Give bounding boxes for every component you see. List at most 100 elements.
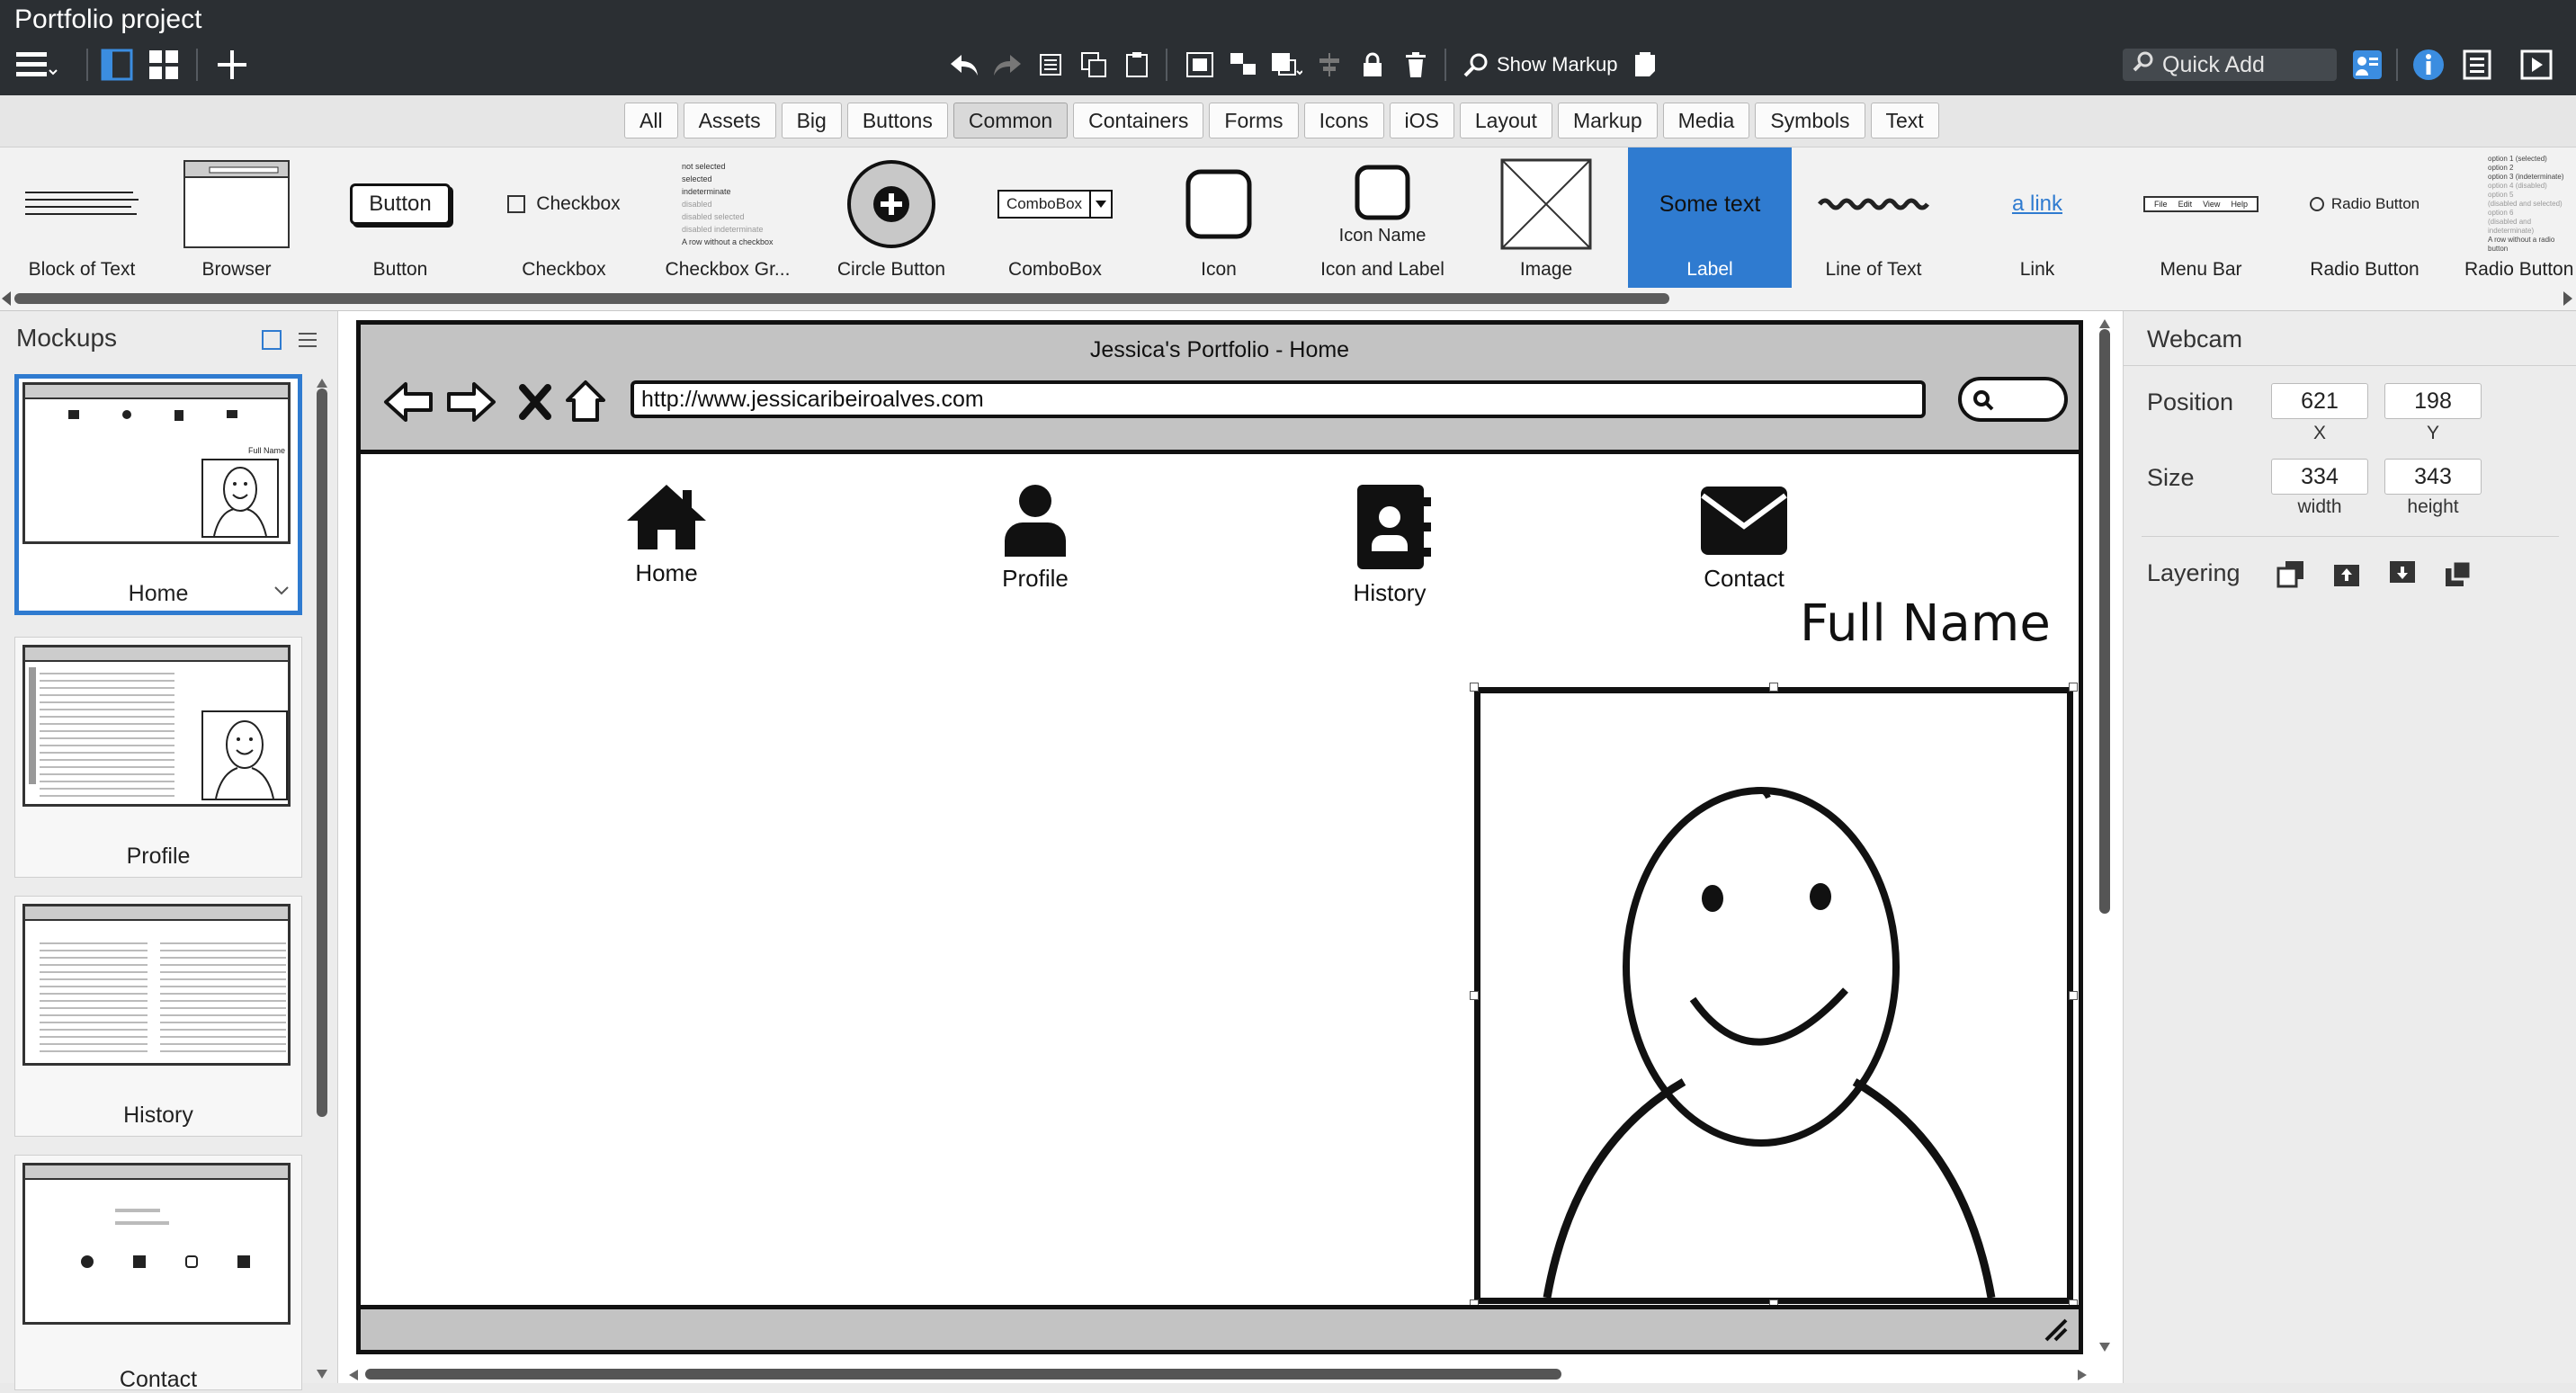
resize-handle[interactable] — [1470, 991, 1479, 1000]
single-page-view-icon[interactable] — [261, 329, 282, 351]
library-item-radio-button[interactable]: Radio Button Radio Button — [2283, 147, 2446, 288]
paste-icon[interactable] — [1121, 49, 1153, 81]
library-item-circle-button[interactable]: Circle Button — [809, 147, 973, 288]
filter-tab-ios[interactable]: iOS — [1389, 103, 1454, 138]
full-name-label[interactable]: Full Name — [1800, 594, 2051, 653]
align-icon[interactable] — [1313, 49, 1346, 81]
filter-tab-markup[interactable]: Markup — [1557, 103, 1658, 138]
lock-icon[interactable] — [1356, 49, 1389, 81]
single-view-icon[interactable] — [99, 47, 135, 83]
mockups-scrollbar[interactable] — [317, 388, 327, 1117]
present-icon[interactable] — [2518, 47, 2554, 83]
grid-view-icon[interactable] — [146, 47, 182, 83]
mockup-card-home[interactable]: Full Name Home — [14, 374, 302, 615]
library-item-checkbox[interactable]: Checkbox Checkbox — [482, 147, 646, 288]
properties-panel-icon[interactable] — [2459, 47, 2495, 83]
group-icon[interactable] — [1184, 49, 1216, 81]
copy-icon[interactable] — [1078, 49, 1110, 81]
chevron-down-icon[interactable] — [274, 584, 289, 600]
ungroup-icon[interactable] — [1227, 49, 1259, 81]
nav-item-history[interactable]: History — [1309, 483, 1471, 607]
divider — [2142, 536, 2559, 537]
library-item-icon-and-label[interactable]: Icon Name Icon and Label — [1301, 147, 1464, 288]
nav-item-home[interactable]: Home — [586, 483, 747, 587]
filter-tab-buttons[interactable]: Buttons — [846, 103, 948, 138]
browser-window-mockup[interactable]: Jessica's Portfolio - Home http://www.je… — [356, 320, 2083, 1354]
send-backward-icon[interactable] — [2386, 558, 2419, 590]
add-icon[interactable] — [214, 47, 250, 83]
filter-tab-big[interactable]: Big — [781, 103, 842, 138]
mockup-thumbnail: Full Name — [22, 382, 291, 544]
filter-tab-layout[interactable]: Layout — [1459, 103, 1552, 138]
back-arrow-icon[interactable] — [382, 380, 434, 428]
library-item-line-of-text[interactable]: Line of Text — [1792, 147, 1955, 288]
position-y-input[interactable]: 198 — [2384, 383, 2482, 419]
library-item-browser[interactable]: Browser — [155, 147, 318, 288]
hamburger-menu-icon[interactable] — [14, 45, 58, 85]
library-item-label: Menu Bar — [2160, 259, 2242, 280]
filter-tab-forms[interactable]: Forms — [1209, 103, 1299, 138]
position-x-input[interactable]: 621 — [2271, 383, 2368, 419]
forward-arrow-icon[interactable] — [445, 380, 497, 428]
filter-tab-media[interactable]: Media — [1662, 103, 1750, 138]
width-input[interactable]: 334 — [2271, 459, 2368, 495]
bring-forward-icon[interactable] — [2330, 558, 2363, 590]
canvas-horizontal-scrollbar[interactable] — [365, 1369, 1561, 1380]
show-markup-button[interactable]: Show Markup — [1462, 47, 1658, 83]
library-item-link[interactable]: a link Link — [1955, 147, 2119, 288]
filter-tab-text[interactable]: Text — [1870, 103, 1939, 138]
mockup-canvas[interactable]: Jessica's Portfolio - Home http://www.je… — [338, 311, 2123, 1383]
library-item-menu-bar[interactable]: File Edit View Help Menu Bar — [2119, 147, 2283, 288]
library-item-label-selected[interactable]: Some text Label — [1628, 147, 1792, 288]
webcam-placeholder[interactable] — [1474, 687, 2073, 1304]
resize-handle[interactable] — [2069, 683, 2078, 692]
filter-tab-containers[interactable]: Containers — [1073, 103, 1204, 138]
arrange-icon[interactable] — [1268, 49, 1304, 81]
library-item-image[interactable]: Image — [1464, 147, 1628, 288]
nav-item-profile[interactable]: Profile — [954, 483, 1116, 593]
canvas-scroll-down-icon[interactable] — [2099, 1340, 2110, 1356]
resize-handle[interactable] — [1470, 683, 1479, 692]
mockups-scroll-down-icon[interactable] — [317, 1367, 327, 1383]
resize-handle[interactable] — [2069, 991, 2078, 1000]
search-field-mockup[interactable] — [1958, 377, 2068, 422]
info-icon[interactable] — [2411, 47, 2446, 83]
url-bar[interactable]: http://www.jessicaribeiroalves.com — [631, 380, 1926, 418]
library-item-checkbox-group[interactable]: not selected selected indeterminate disa… — [646, 147, 809, 288]
quick-add-input[interactable]: Quick Add — [2123, 49, 2337, 81]
filter-tab-common[interactable]: Common — [953, 103, 1069, 138]
canvas-scroll-left-icon[interactable] — [349, 1369, 358, 1385]
library-item-combobox[interactable]: ComboBox ComboBox — [973, 147, 1137, 288]
library-scrollbar[interactable] — [14, 293, 1669, 304]
filter-tab-icons[interactable]: Icons — [1303, 103, 1384, 138]
close-x-icon[interactable] — [519, 384, 551, 424]
nav-item-contact[interactable]: Contact — [1663, 483, 1825, 593]
library-scroll-right-icon[interactable] — [2563, 291, 2574, 306]
height-input[interactable]: 343 — [2384, 459, 2482, 495]
mockup-card-contact[interactable]: Contact — [14, 1155, 302, 1392]
library-item-button[interactable]: Button Button — [318, 147, 482, 288]
filter-tab-assets[interactable]: Assets — [683, 103, 776, 138]
canvas-vertical-scrollbar[interactable] — [2099, 329, 2110, 914]
undo-icon[interactable] — [948, 49, 980, 81]
canvas-scroll-right-icon[interactable] — [2078, 1369, 2087, 1385]
x-caption: X — [2312, 423, 2326, 443]
list-view-icon[interactable] — [297, 329, 318, 351]
account-icon[interactable] — [2349, 47, 2385, 83]
library-scroll-left-icon[interactable] — [2, 291, 13, 306]
library-item-label: Browser — [201, 259, 272, 280]
library-item-block-of-text[interactable]: Block of Text — [0, 147, 164, 288]
mockup-card-profile[interactable]: Profile — [14, 637, 302, 878]
filter-tab-all[interactable]: All — [624, 103, 678, 138]
send-to-back-icon[interactable] — [2442, 558, 2474, 590]
trash-icon[interactable] — [1400, 49, 1432, 81]
filter-tab-symbols[interactable]: Symbols — [1755, 103, 1865, 138]
bring-to-front-icon[interactable] — [2275, 558, 2307, 590]
home-outline-icon[interactable] — [564, 379, 607, 428]
library-item-radio-group[interactable]: option 1 (selected) option 2 option 3 (i… — [2446, 147, 2576, 288]
resize-handle[interactable] — [1769, 683, 1778, 692]
cut-icon[interactable] — [1034, 49, 1067, 81]
mockup-card-history[interactable]: History — [14, 896, 302, 1137]
library-item-icon[interactable]: Icon — [1137, 147, 1301, 288]
redo-icon[interactable] — [991, 49, 1024, 81]
